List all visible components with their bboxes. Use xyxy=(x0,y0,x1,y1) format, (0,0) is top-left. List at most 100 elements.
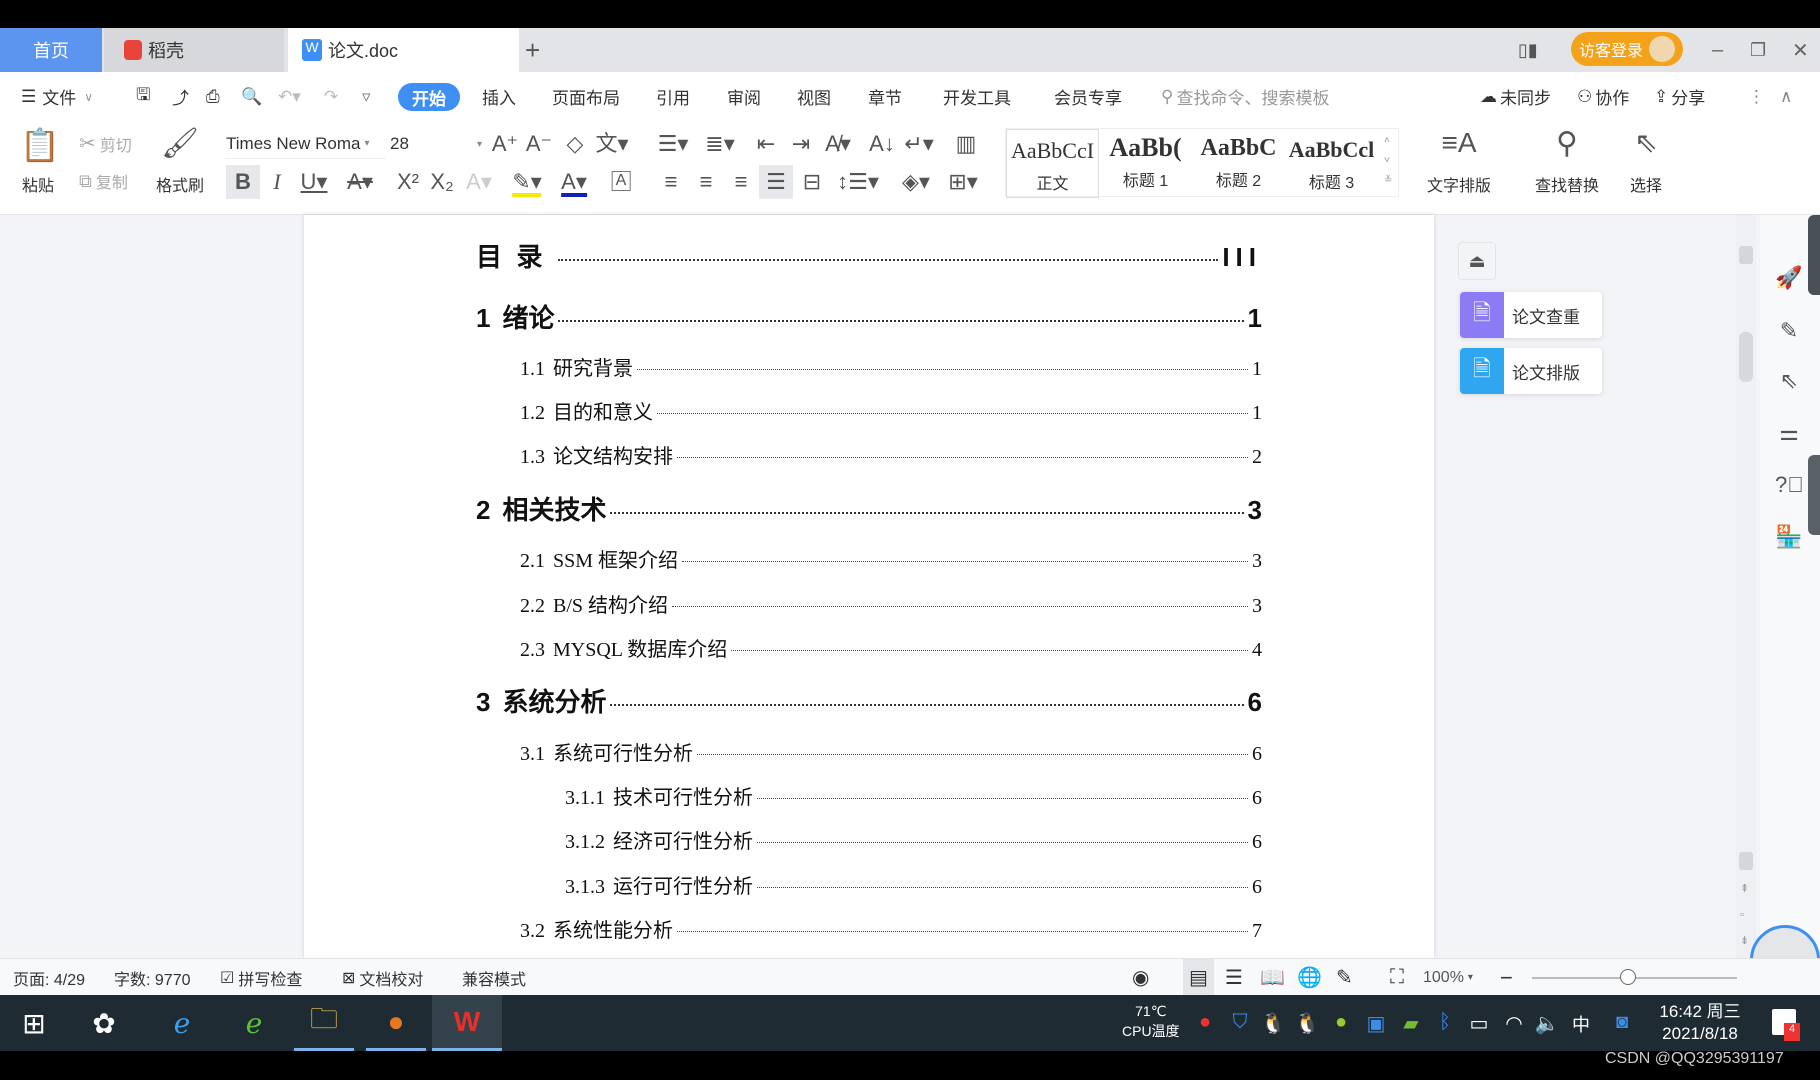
strikethrough-icon[interactable]: A▾ xyxy=(347,171,373,193)
distribute-icon[interactable]: ⊟ xyxy=(803,171,821,193)
char-border-icon[interactable]: A xyxy=(611,171,631,191)
styles-scroll-icon[interactable]: ˄ ˅ ≚ xyxy=(1384,131,1392,191)
window-layout-icon[interactable]: ▯▮ xyxy=(1518,28,1538,72)
new-tab-button[interactable]: + xyxy=(525,28,540,72)
bullet-list-icon[interactable]: ☰▾ xyxy=(658,133,689,155)
share-button[interactable]: ⇪ 分享 xyxy=(1654,72,1705,121)
file-explorer-icon[interactable]: 🗀 xyxy=(294,995,354,1051)
menu-tab-references[interactable]: 引用 xyxy=(656,72,690,121)
select-button[interactable]: 选择 xyxy=(1630,172,1662,196)
increase-indent-icon[interactable]: ⇥ xyxy=(792,133,810,155)
read-mode-icon[interactable]: 📖 xyxy=(1260,959,1285,996)
sort-icon[interactable]: A↓ xyxy=(869,133,895,155)
scroll-down-icon[interactable] xyxy=(1739,852,1753,870)
font-color-icon[interactable]: A▾ xyxy=(561,171,587,197)
redo-icon[interactable]: ↷ xyxy=(324,72,338,121)
cut-button[interactable]: ✂ 剪切 xyxy=(79,131,132,156)
tab-docer[interactable]: 稻壳 xyxy=(104,28,284,72)
toc-entry[interactable]: 3.1.1 技术可行性分析 6 xyxy=(565,781,1262,810)
side-handle[interactable] xyxy=(1808,215,1820,295)
bluetooth-icon[interactable]: ᛒ xyxy=(1439,1011,1451,1034)
store-icon[interactable]: 🏪 xyxy=(1775,524,1803,550)
word-count[interactable]: 字数: 9770 xyxy=(114,959,191,996)
italic-icon[interactable]: I xyxy=(273,171,280,193)
scroll-up-icon[interactable] xyxy=(1739,246,1753,264)
zoom-select[interactable]: 100% ▾ xyxy=(1423,959,1473,996)
toc-entry[interactable]: 3.1.2 经济可行性分析 6 xyxy=(565,825,1262,854)
collapse-ribbon-icon[interactable]: ∧ xyxy=(1780,72,1792,121)
toc-entry[interactable]: 2.3 MYSQL 数据库介绍 4 xyxy=(520,633,1262,662)
guest-login-button[interactable]: 访客登录 xyxy=(1571,32,1683,66)
paper-format-button[interactable]: 🗎 论文排版 xyxy=(1460,348,1602,394)
menu-tab-review[interactable]: 审阅 xyxy=(727,72,761,121)
zoom-out-button[interactable]: − xyxy=(1500,959,1513,996)
underline-icon[interactable]: U▾ xyxy=(301,171,328,193)
justify-icon[interactable]: ☰ xyxy=(759,165,793,199)
collab-button[interactable]: ⚇ 协作 xyxy=(1577,72,1629,121)
restore-button[interactable]: ❐ xyxy=(1750,28,1766,72)
cursor-icon[interactable]: ⇖ xyxy=(1775,368,1803,394)
font-size-select[interactable]: 28 ▾ xyxy=(390,129,482,159)
format-painter-button[interactable]: 格式刷 xyxy=(156,172,204,196)
rocket-icon[interactable]: 🚀 xyxy=(1775,265,1803,291)
menu-tab-member[interactable]: 会员专享 xyxy=(1054,72,1122,121)
vertical-scrollbar[interactable] xyxy=(1736,215,1756,958)
page-nav-icons[interactable]: ⇞ ▫ ⇟ xyxy=(1740,876,1749,954)
file-menu[interactable]: ☰ 文件 ∨ xyxy=(21,72,93,121)
fit-page-icon[interactable]: ⛶ xyxy=(1390,959,1404,996)
customize-icon[interactable]: ▿ xyxy=(362,72,371,121)
wps-office-icon[interactable]: W xyxy=(432,995,502,1051)
copy-button[interactable]: ⧉ 复制 xyxy=(79,169,128,193)
style-heading-3[interactable]: AaBbCcl 标题 3 xyxy=(1285,129,1378,198)
toc-entry[interactable]: 2.1 SSM 框架介绍 3 xyxy=(520,544,1262,573)
style-heading-2[interactable]: AaBbC 标题 2 xyxy=(1192,129,1285,198)
zoom-slider-knob[interactable] xyxy=(1620,969,1636,985)
security-shield-icon[interactable]: ⛉ xyxy=(1233,1011,1248,1034)
phonetic-guide-icon[interactable]: 文▾ xyxy=(595,133,628,155)
page-count[interactable]: 页面: 4/29 xyxy=(13,959,85,996)
toc-entry[interactable]: 3 系统分析 6 xyxy=(476,682,1262,719)
highlight-icon[interactable]: ✎▾ xyxy=(512,171,542,197)
nvidia-icon[interactable]: ▰ xyxy=(1403,1011,1418,1036)
scrollbar-thumb[interactable] xyxy=(1739,332,1753,382)
toc-entry[interactable]: 1.2 目的和意义 1 xyxy=(520,396,1262,425)
save-icon[interactable]: 🖫 xyxy=(136,72,150,121)
toc-entry[interactable]: 2.2 B/S 结构介绍 3 xyxy=(520,589,1262,618)
menu-tab-start[interactable]: 开始 xyxy=(398,83,460,111)
wifi-icon[interactable]: ◠ xyxy=(1505,1011,1522,1036)
collapse-panel-button[interactable]: ⏏ xyxy=(1458,242,1496,280)
proofread-button[interactable]: ⊠ 文档校对 xyxy=(342,959,423,996)
page-view-icon[interactable]: ▤ xyxy=(1183,959,1214,996)
align-right-icon[interactable]: ≡ xyxy=(735,171,748,193)
text-direction-icon[interactable]: A̸▾ xyxy=(825,133,851,155)
print-preview-icon[interactable]: 🔍 xyxy=(241,72,262,121)
superscript-icon[interactable]: X² xyxy=(397,171,419,193)
find-replace-button[interactable]: 查找替换 xyxy=(1535,172,1599,196)
tab-home[interactable]: 首页 xyxy=(0,28,102,72)
menu-tab-view[interactable]: 视图 xyxy=(797,72,831,121)
write-mode-icon[interactable]: ✎ xyxy=(1336,959,1353,996)
pen-icon[interactable]: ✎ xyxy=(1775,318,1803,344)
tray-green-icon[interactable]: ● xyxy=(1335,1011,1347,1034)
battery-icon[interactable]: ▭ xyxy=(1470,1011,1489,1036)
toc-entry[interactable]: 3.1 系统可行性分析 6 xyxy=(520,737,1262,766)
close-button[interactable]: ✕ xyxy=(1792,28,1809,72)
menu-tab-insert[interactable]: 插入 xyxy=(482,72,516,121)
more-icon[interactable]: ⋮ xyxy=(1748,72,1765,121)
toc-entry[interactable]: 1.1 研究背景 1 xyxy=(520,352,1262,381)
settings-sliders-icon[interactable]: ⚌ xyxy=(1775,420,1803,446)
clear-format-icon[interactable]: ◇ xyxy=(567,133,584,155)
font-family-select[interactable]: Times New Roma ▾ xyxy=(226,129,386,159)
toc-entry[interactable]: 2 相关技术 3 xyxy=(476,490,1262,527)
borders-icon[interactable]: ⊞▾ xyxy=(948,171,977,193)
undo-icon[interactable]: ↶▾ xyxy=(278,72,301,121)
subscript-icon[interactable]: X₂ xyxy=(430,171,453,193)
decrease-indent-icon[interactable]: ⇤ xyxy=(757,133,775,155)
bold-icon[interactable]: B xyxy=(226,165,260,199)
minimize-button[interactable]: – xyxy=(1712,28,1723,72)
style-heading-1[interactable]: AaBb(标题 1 xyxy=(1099,129,1192,198)
toc-entry[interactable]: 3.1.3 运行可行性分析 6 xyxy=(565,870,1262,899)
toc-entry[interactable]: 1.3 论文结构安排 2 xyxy=(520,440,1262,469)
text-layout-icon[interactable]: ≡A xyxy=(1441,129,1476,157)
spell-check-button[interactable]: ☑ 拼写检查 xyxy=(220,959,302,996)
